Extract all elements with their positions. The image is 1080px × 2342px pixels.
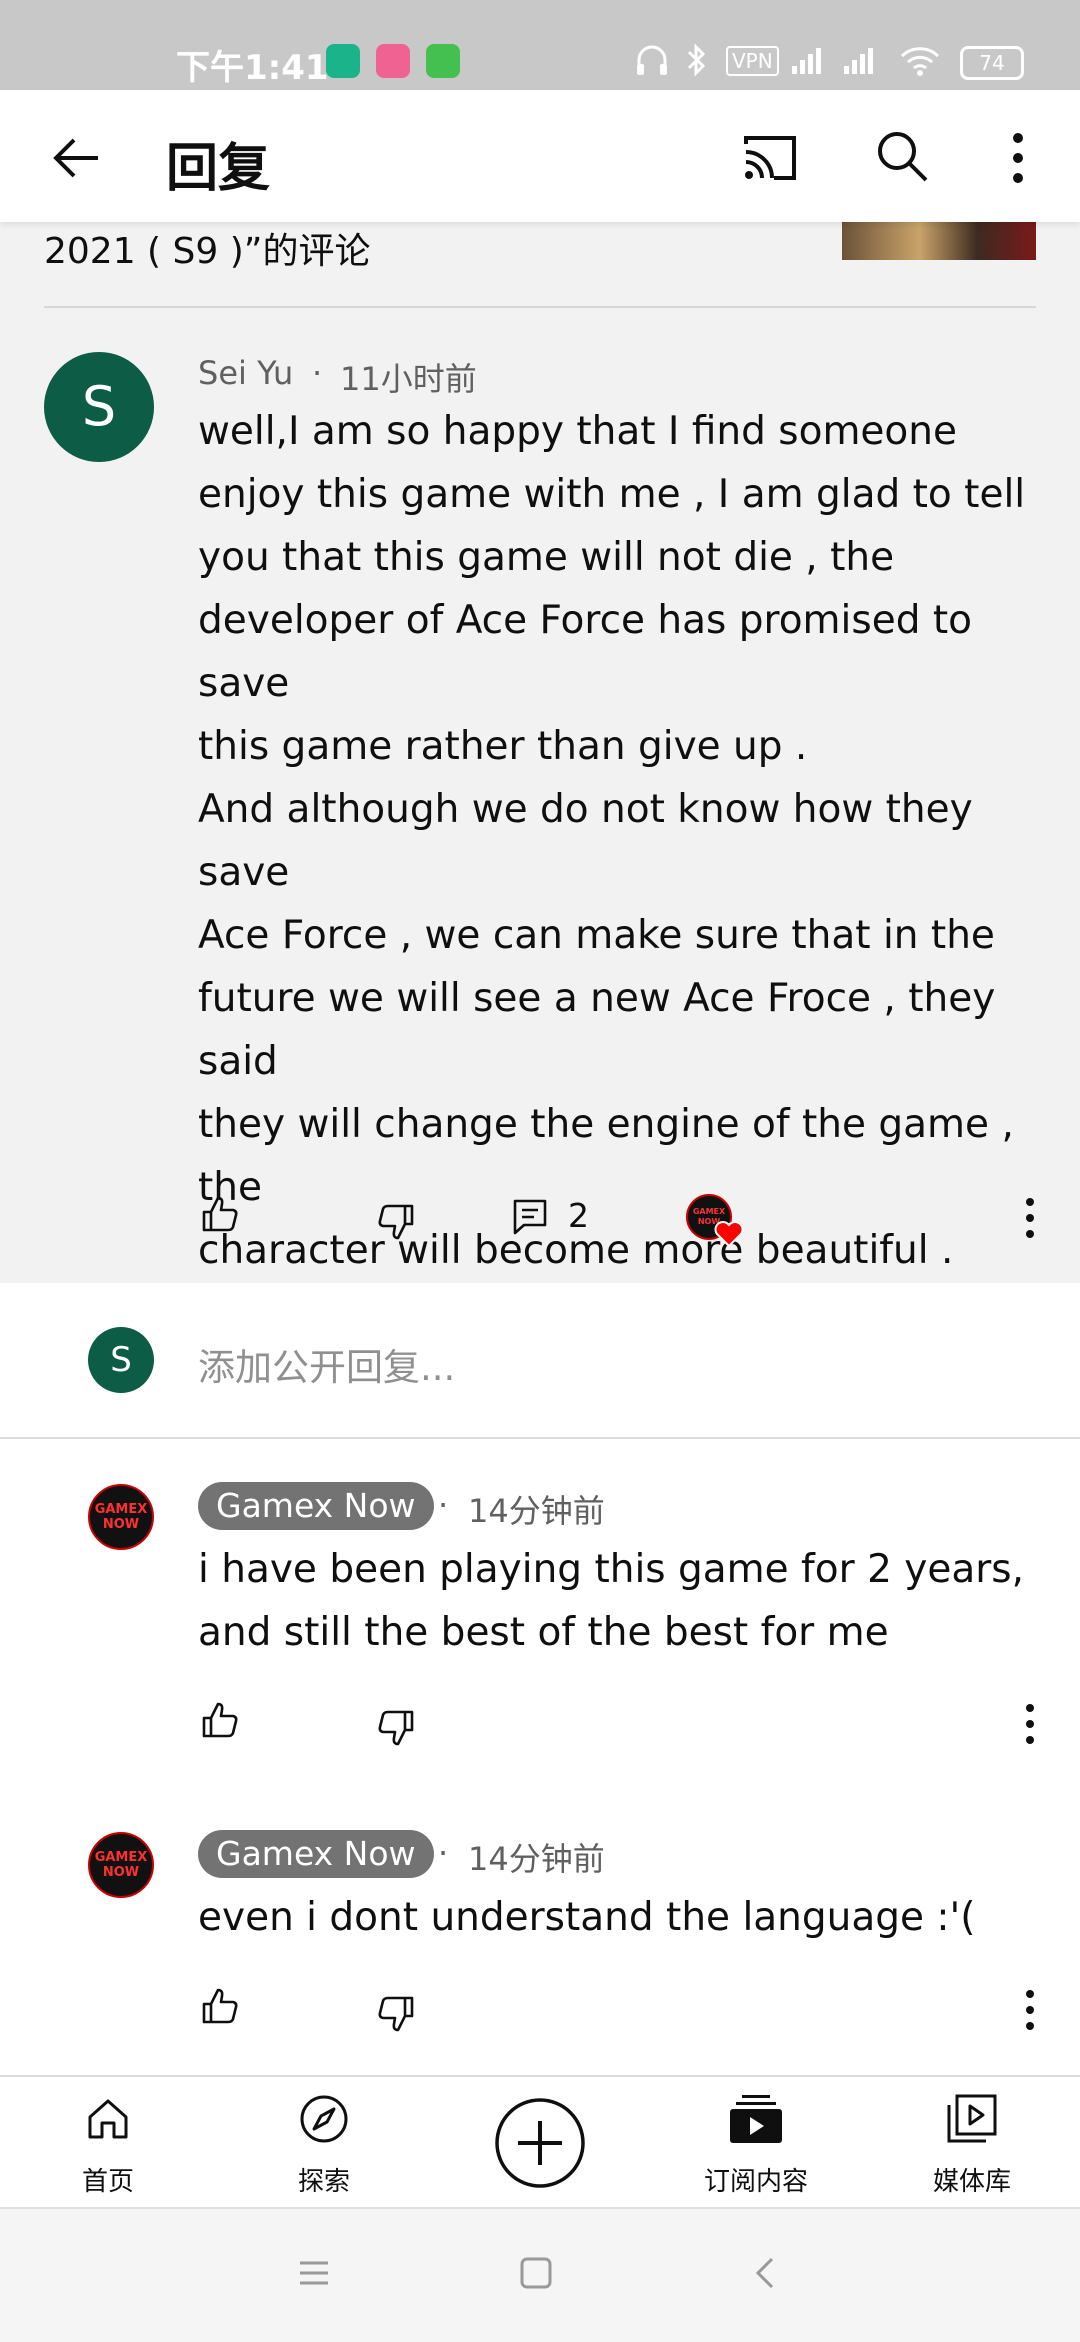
status-time: 下午1:41 bbox=[176, 48, 329, 88]
system-navigation-bar bbox=[0, 2207, 1080, 2342]
nav-item-explore[interactable]: 探索 bbox=[244, 2077, 404, 2209]
reply-input[interactable]: 添加公开回复... bbox=[198, 1337, 455, 1391]
app-bar: 回复 bbox=[0, 90, 1080, 222]
dislike-icon[interactable] bbox=[376, 1202, 416, 1242]
nav-label: 媒体库 bbox=[932, 2167, 1011, 2197]
heart-icon bbox=[714, 1221, 744, 1248]
more-vert-icon[interactable] bbox=[1010, 1982, 1050, 2038]
more-vert-icon[interactable] bbox=[1010, 1696, 1050, 1752]
library-icon bbox=[947, 2094, 997, 2143]
reply-input-row[interactable]: S 添加公开回复... bbox=[0, 1283, 1080, 1439]
battery-indicator: 74 bbox=[960, 46, 1024, 80]
notification-app-icon bbox=[326, 44, 360, 78]
bilibili-icon bbox=[376, 44, 410, 78]
nav-item-home[interactable]: 首页 bbox=[28, 2077, 188, 2209]
avatar: S bbox=[88, 1327, 154, 1393]
dislike-icon[interactable] bbox=[376, 1994, 416, 2034]
nav-item-create[interactable] bbox=[460, 2077, 620, 2209]
nav-item-subscriptions[interactable]: 订阅内容 bbox=[676, 2077, 836, 2209]
video-context-header[interactable]: 2021 ( S9 )”的评论 bbox=[0, 222, 1080, 308]
nav-label: 订阅内容 bbox=[703, 2167, 808, 2197]
page-title: 回复 bbox=[166, 139, 271, 199]
home-icon bbox=[88, 2099, 128, 2139]
author-chip[interactable]: Gamex Now bbox=[198, 1830, 434, 1878]
notification-app-icon bbox=[426, 44, 460, 78]
avatar[interactable]: S bbox=[44, 352, 154, 462]
home-square-icon[interactable] bbox=[518, 2255, 554, 2291]
like-icon[interactable] bbox=[200, 1986, 240, 2026]
reply-comment: GAMEX NOW Gamex Now · 14分钟前 even i dont … bbox=[0, 1788, 1080, 2074]
nav-label: 首页 bbox=[81, 2167, 134, 2197]
cast-icon[interactable] bbox=[740, 130, 800, 186]
subscriptions-icon bbox=[730, 2095, 782, 2143]
avatar[interactable]: GAMEX NOW bbox=[88, 1484, 154, 1550]
bottom-navigation: 首页 探索 订阅内容 媒体库 bbox=[0, 2075, 1080, 2209]
comment-time: 11小时前 bbox=[340, 360, 477, 398]
wifi-icon bbox=[900, 47, 940, 76]
comment-body: even i dont understand the language :'( bbox=[198, 1895, 976, 1940]
headphones-icon bbox=[637, 45, 667, 75]
video-thumbnail[interactable] bbox=[842, 222, 1036, 260]
signal-icon bbox=[844, 48, 873, 74]
vpn-indicator: VPN bbox=[726, 46, 779, 76]
comment-body: i have been playing this game for 2 year… bbox=[198, 1547, 1025, 1655]
menu-icon[interactable] bbox=[296, 2255, 332, 2291]
parent-comment: S Sei Yu · 11小时前 well,I am so happy that… bbox=[0, 308, 1080, 1336]
comment-body: well,I am so happy that I find someone e… bbox=[198, 409, 1026, 1336]
reply-comment: GAMEX NOW Gamex Now · 14分钟前 i have been … bbox=[0, 1438, 1080, 1768]
back-icon[interactable] bbox=[748, 2255, 784, 2291]
author-chip[interactable]: Gamex Now bbox=[198, 1482, 434, 1530]
status-bar: 下午1:41 VPN 74 bbox=[0, 0, 1080, 90]
search-icon[interactable] bbox=[874, 128, 930, 184]
video-context-text: 2021 ( S9 )”的评论 bbox=[44, 231, 371, 272]
dislike-icon[interactable] bbox=[376, 1708, 416, 1748]
like-icon[interactable] bbox=[200, 1194, 240, 1234]
nav-item-library[interactable]: 媒体库 bbox=[892, 2077, 1052, 2209]
comment-time: 14分钟前 bbox=[468, 1840, 605, 1878]
meta-separator: · bbox=[438, 1834, 449, 1872]
arrow-left-icon[interactable] bbox=[48, 130, 104, 186]
meta-separator: · bbox=[438, 1486, 449, 1524]
meta-separator: · bbox=[312, 354, 323, 392]
avatar[interactable]: GAMEX NOW bbox=[88, 1832, 154, 1898]
create-icon bbox=[495, 2098, 585, 2188]
like-icon[interactable] bbox=[200, 1700, 240, 1740]
comment-time: 14分钟前 bbox=[468, 1492, 605, 1530]
reply-count[interactable]: 2 bbox=[568, 1196, 589, 1235]
bluetooth-icon bbox=[687, 43, 706, 77]
nav-label: 探索 bbox=[297, 2167, 350, 2197]
more-vert-icon[interactable] bbox=[1010, 1190, 1050, 1246]
comment-author[interactable]: Sei Yu bbox=[198, 354, 293, 392]
explore-icon bbox=[300, 2095, 348, 2143]
signal-icon bbox=[792, 48, 821, 74]
more-vert-icon[interactable] bbox=[1000, 130, 1036, 186]
comment-icon[interactable] bbox=[510, 1196, 550, 1236]
